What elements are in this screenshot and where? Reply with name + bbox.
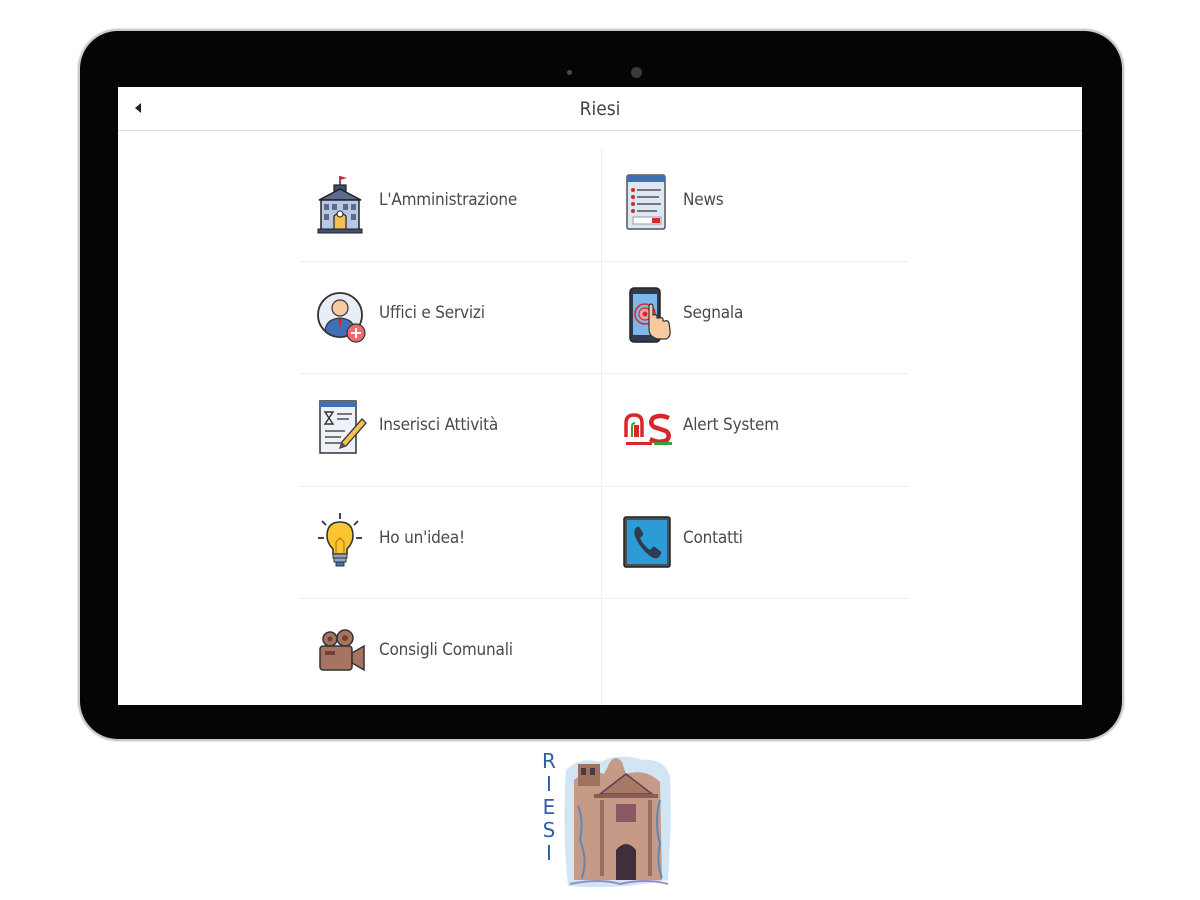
menu-item-consigli-comunali[interactable]: Consigli Comunali bbox=[300, 599, 602, 705]
menu-item-amministrazione[interactable]: L'Amministrazione bbox=[300, 149, 602, 262]
menu-item-label: Alert System bbox=[683, 415, 779, 435]
riesi-logo: R I E S I bbox=[538, 748, 672, 892]
menu-item-label: L'Amministrazione bbox=[379, 190, 518, 210]
menu-grid: L'Amministrazione News Uffici e Servizi … bbox=[300, 149, 908, 705]
lightbulb-icon bbox=[318, 512, 362, 566]
form-edit-icon bbox=[319, 400, 367, 454]
logo-letters: R I E S I bbox=[540, 749, 558, 865]
app-header: Riesi bbox=[118, 87, 1082, 131]
logo-letter: I bbox=[546, 772, 552, 796]
menu-item-alert-system[interactable]: Alert System bbox=[602, 374, 908, 487]
menu-item-label: Segnala bbox=[683, 302, 744, 323]
menu-item-label: News bbox=[683, 190, 724, 210]
menu-item-segnala[interactable]: Segnala bbox=[602, 262, 908, 374]
menu-item-label: Consigli Comunali bbox=[379, 640, 513, 660]
town-hall-icon bbox=[317, 176, 363, 234]
phone-tap-icon bbox=[629, 286, 671, 343]
menu-item-contatti[interactable]: Contatti bbox=[602, 487, 908, 599]
logo-letter: R bbox=[542, 749, 556, 773]
menu-item-label: Inserisci Attività bbox=[379, 415, 499, 435]
menu-item-label: Contatti bbox=[683, 527, 743, 548]
church-watercolor-illustration bbox=[564, 756, 671, 888]
logo-letter: E bbox=[542, 795, 556, 819]
menu-item-label: Ho un'idea! bbox=[379, 527, 465, 548]
proximity-sensor bbox=[567, 70, 572, 75]
logo-letter: I bbox=[546, 841, 552, 865]
menu-item-idea[interactable]: Ho un'idea! bbox=[300, 486, 602, 599]
empty-cell bbox=[602, 599, 908, 705]
news-document-icon bbox=[626, 174, 666, 230]
menu-item-inserisci-attivita[interactable]: Inserisci Attività bbox=[300, 374, 602, 487]
menu-item-label: Uffici e Servizi bbox=[379, 302, 485, 323]
office-user-icon bbox=[317, 291, 366, 343]
front-camera bbox=[631, 67, 642, 78]
phone-contact-icon bbox=[623, 515, 671, 568]
app-screen: Riesi L'Amministrazione News Uffici e Se… bbox=[118, 87, 1082, 705]
menu-item-uffici-servizi[interactable]: Uffici e Servizi bbox=[300, 261, 602, 374]
menu-item-news[interactable]: News bbox=[602, 149, 908, 262]
video-camera-icon bbox=[319, 629, 365, 672]
logo-letter: S bbox=[542, 818, 556, 842]
tablet-frame: Riesi L'Amministrazione News Uffici e Se… bbox=[80, 31, 1122, 739]
alert-system-logo-icon bbox=[624, 413, 672, 445]
page-title: Riesi bbox=[579, 98, 621, 120]
